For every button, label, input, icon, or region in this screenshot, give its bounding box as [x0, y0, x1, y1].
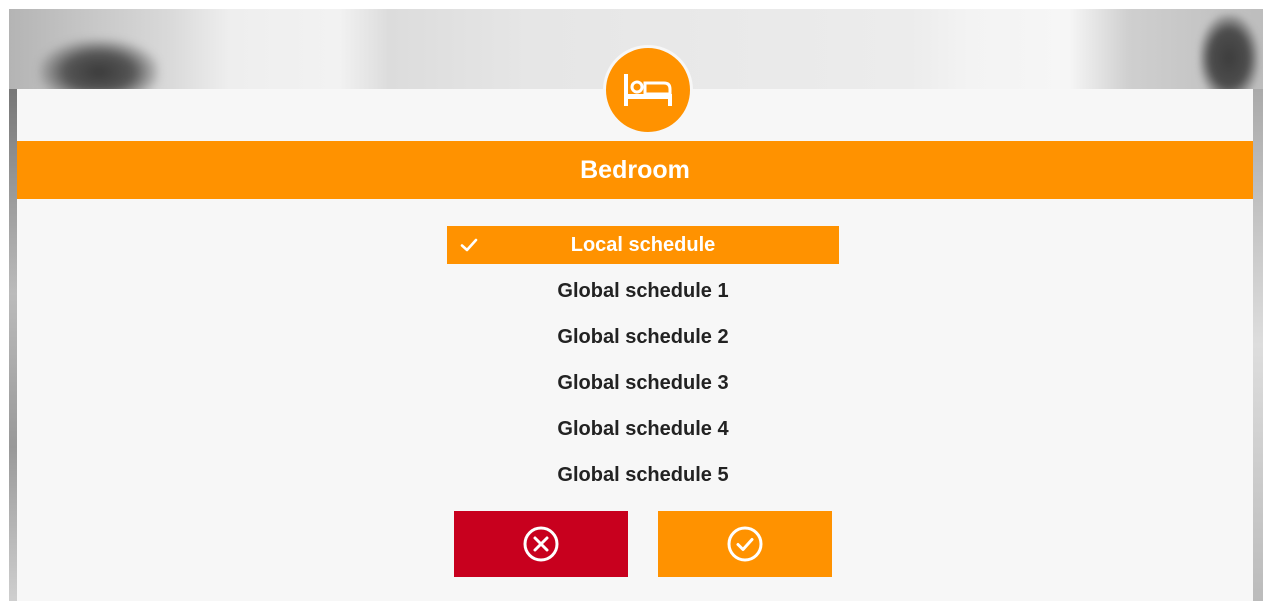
cancel-button[interactable] [454, 511, 628, 577]
option-label: Local schedule [570, 233, 716, 256]
confirm-button[interactable] [658, 511, 832, 577]
option-label: Global schedule 1 [557, 279, 729, 302]
option-global-schedule-5[interactable]: Global schedule 5 [447, 456, 839, 494]
dialog-header: Bedroom [17, 141, 1253, 199]
dialog-title: Bedroom [580, 155, 690, 184]
option-label: Global schedule 2 [557, 325, 729, 348]
option-global-schedule-4[interactable]: Global schedule 4 [447, 410, 839, 448]
close-circle-icon [523, 526, 559, 562]
bed-icon [603, 45, 693, 135]
option-label: Global schedule 3 [557, 371, 729, 394]
option-global-schedule-1[interactable]: Global schedule 1 [447, 272, 839, 310]
option-global-schedule-3[interactable]: Global schedule 3 [447, 364, 839, 402]
background-edge [9, 89, 17, 601]
screen-frame: Bedroom Local schedule Global schedule 1… [9, 9, 1263, 601]
schedule-options-list: Local schedule Global schedule 1 Global … [447, 226, 839, 502]
option-label: Global schedule 4 [557, 417, 729, 440]
background-blur-shape [39, 39, 159, 94]
background-blur-shape [1199, 14, 1259, 94]
check-icon [460, 238, 478, 252]
option-local-schedule[interactable]: Local schedule [447, 226, 839, 264]
schedule-dialog: Bedroom Local schedule Global schedule 1… [17, 45, 1253, 601]
option-label: Global schedule 5 [557, 463, 729, 486]
background-edge [1253, 89, 1263, 601]
option-global-schedule-2[interactable]: Global schedule 2 [447, 318, 839, 356]
check-circle-icon [727, 526, 763, 562]
